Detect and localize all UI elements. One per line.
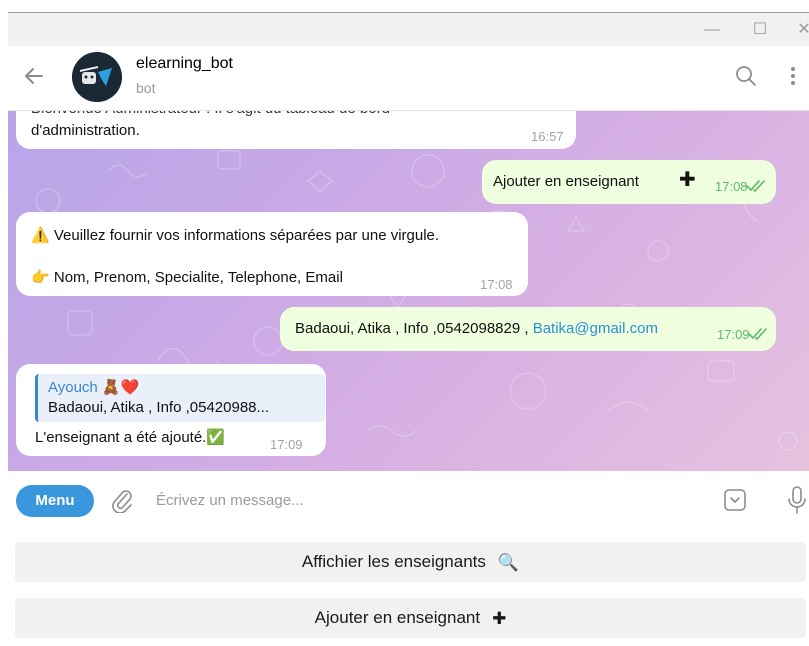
message-time: 17:09 — [270, 437, 303, 452]
bot-status: bot — [136, 80, 156, 96]
more-vertical-icon[interactable] — [786, 64, 800, 88]
chat-area[interactable]: Bienvenue Administrateur ! Il s'agit du … — [8, 111, 809, 471]
keyboard-button-add-teacher[interactable]: Ajouter en enseignant ✚ — [15, 598, 806, 638]
message-line: 👉 Nom, Prenom, Specialite, Telephone, Em… — [31, 268, 343, 288]
message-text: Ajouter en enseignant — [493, 173, 639, 190]
message-bubble-incoming[interactable]: ⚠️ Veuillez fournir vos informations sép… — [16, 212, 528, 296]
message-text: Badaoui, Atika , Info ,0542098829 , Bati… — [295, 319, 658, 339]
reply-author: Ayouch 🧸❤️ — [48, 379, 140, 396]
message-bubble-incoming[interactable]: Bienvenue Administrateur ! Il s'agit du … — [16, 111, 576, 149]
message-text: Veuillez fournir vos informations séparé… — [53, 227, 440, 244]
microphone-icon[interactable] — [786, 485, 808, 515]
magnifier-emoji-icon: 🔍 — [497, 552, 520, 572]
message-text: Nom, Prenom, Specialite, Telephone, Emai… — [53, 269, 343, 286]
message-composer: Menu — [8, 471, 809, 531]
attach-icon[interactable] — [110, 487, 134, 514]
double-check-icon — [746, 180, 765, 192]
message-input[interactable] — [156, 487, 696, 513]
message-line: ⚠️ Veuillez fournir vos informations sép… — [31, 226, 439, 246]
keyboard-button-label: Ajouter en enseignant — [314, 608, 481, 627]
message-text-partial: Bienvenue Administrateur ! Il s'agit du … — [31, 111, 390, 119]
message-text: L'enseignant a été ajouté.✅ — [35, 429, 226, 446]
bot-avatar[interactable] — [72, 52, 122, 102]
message-time: 17:08 — [480, 277, 513, 292]
back-arrow-icon[interactable] — [22, 64, 46, 88]
message-time: 17:08 — [715, 179, 748, 194]
close-button[interactable]: ✕ — [792, 19, 809, 41]
message-text: d'administration. — [31, 122, 140, 139]
maximize-button[interactable]: ☐ — [748, 19, 772, 41]
menu-button[interactable]: Menu — [16, 485, 94, 517]
keyboard-button-label: Affichier les enseignants — [301, 552, 486, 571]
plus-emoji-icon: ✚ — [679, 169, 696, 191]
email-link[interactable]: Batika@gmail.com — [533, 320, 658, 337]
minimize-button[interactable]: — — [700, 19, 724, 41]
window-titlebar: — ☐ ✕ — [8, 12, 809, 46]
bot-name[interactable]: elearning_bot — [136, 55, 233, 73]
reply-quote[interactable]: Ayouch 🧸❤️ Badaoui, Atika , Info ,054209… — [35, 374, 325, 422]
search-icon[interactable] — [735, 65, 757, 87]
double-check-icon — [748, 328, 767, 340]
message-text-body: Badaoui, Atika , Info ,0542098829 , — [295, 320, 533, 337]
plus-emoji-icon: ✚ — [492, 608, 507, 628]
sticker-icon[interactable] — [723, 488, 747, 512]
message-time: 17:09 — [717, 327, 750, 342]
chat-header: elearning_bot bot — [8, 46, 809, 111]
message-bubble-outgoing[interactable]: Ajouter en enseignant ✚ 17:08 — [482, 160, 776, 204]
message-time: 16:57 — [531, 129, 564, 144]
message-bubble-outgoing[interactable]: Badaoui, Atika , Info ,0542098829 , Bati… — [280, 307, 776, 351]
warning-emoji-icon: ⚠️ — [31, 227, 50, 244]
message-bubble-incoming[interactable]: Ayouch 🧸❤️ Badaoui, Atika , Info ,054209… — [16, 364, 326, 456]
keyboard-button-list-teachers[interactable]: Affichier les enseignants 🔍 — [15, 542, 806, 582]
bot-keyboard: Affichier les enseignants 🔍 Ajouter en en… — [8, 531, 809, 646]
pointing-hand-emoji-icon: 👉 — [31, 269, 50, 286]
reply-text: Badaoui, Atika , Info ,05420988... — [48, 399, 270, 416]
